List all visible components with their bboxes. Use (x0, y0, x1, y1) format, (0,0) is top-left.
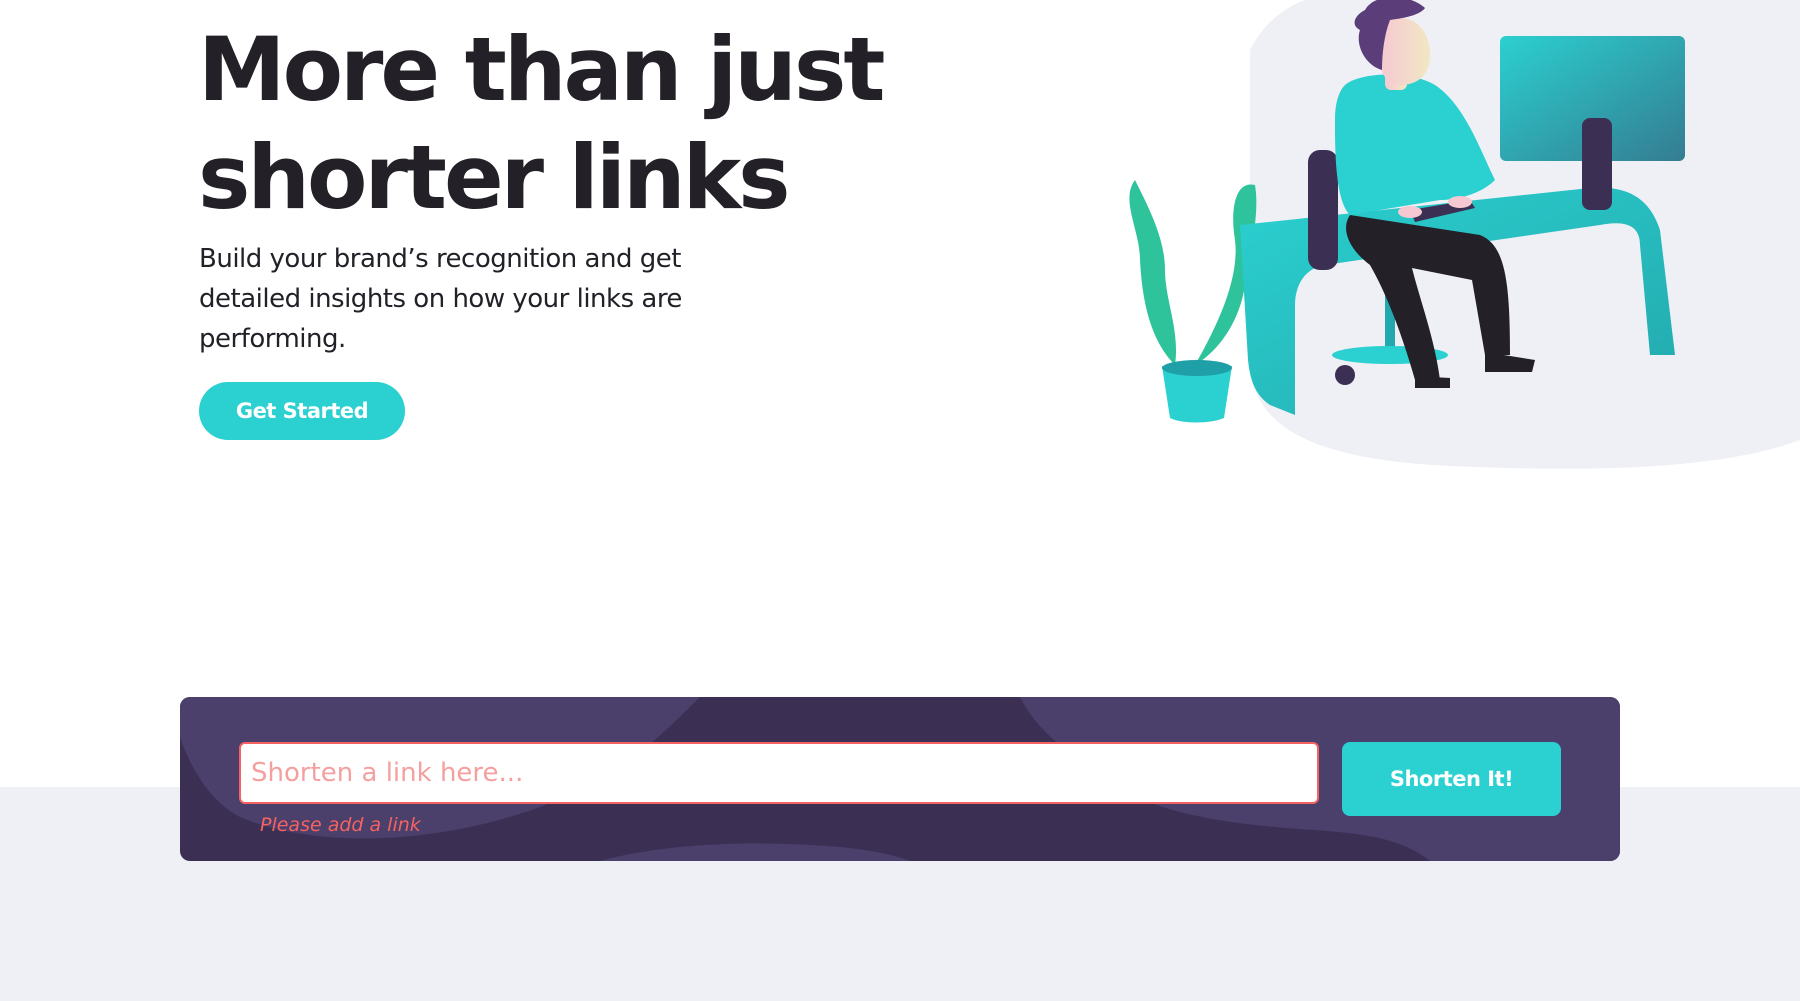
working-illustration (1129, 0, 1800, 469)
hero-section: More than just shorter links Build your … (0, 0, 1800, 787)
hero-subtitle: Build your brand’s recognition and get d… (199, 244, 682, 354)
link-error-message: Please add a link (260, 814, 421, 836)
link-input[interactable] (239, 742, 1319, 804)
plant-leaf-left (1129, 180, 1177, 365)
hero-title: More than just shorter links (198, 16, 885, 232)
hero-title-line-1: More than just (198, 18, 885, 121)
shorten-it-button[interactable]: Shorten It! (1342, 742, 1561, 816)
shorten-panel: Please add a link Shorten It! (180, 697, 1620, 861)
get-started-button[interactable]: Get Started (199, 382, 405, 440)
hero-title-line-2: shorter links (198, 126, 791, 229)
